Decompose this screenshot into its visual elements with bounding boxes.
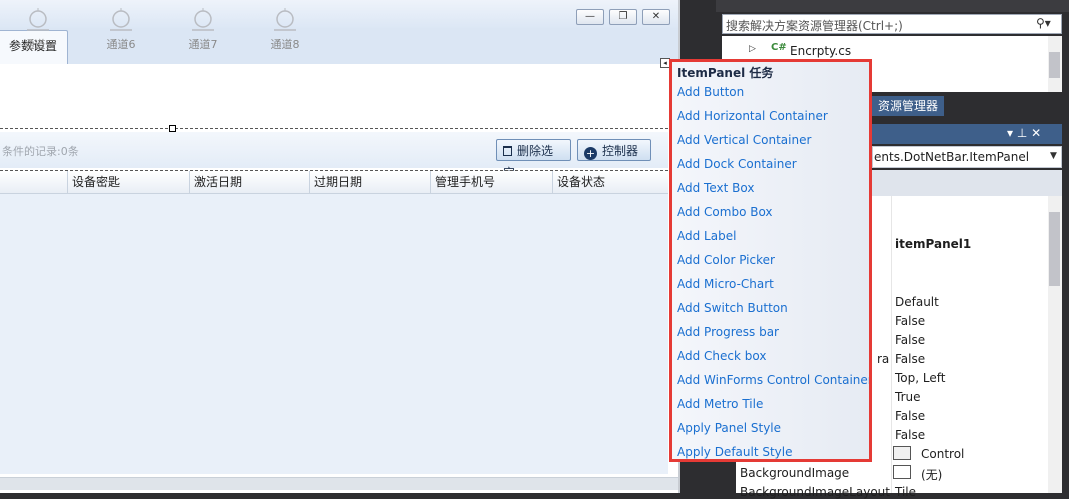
column-header[interactable]: 管理手机号 [430,171,552,193]
property-value[interactable]: False [895,333,925,347]
property-name-partial: ra [877,352,890,366]
itempanel-smart-tag-panel: ItemPanel 任务 Add Button Add Horizontal C… [669,59,872,462]
channel-panel [0,64,668,128]
task-add-text-box[interactable]: Add Text Box [677,181,754,195]
task-add-color-picker[interactable]: Add Color Picker [677,253,775,267]
task-apply-default-style[interactable]: Apply Default Style [677,445,793,459]
pin-close-icons[interactable]: ▾ ⊥ ✕ [1007,126,1041,140]
color-swatch-icon [893,446,911,460]
properties-toolbar [872,170,1062,196]
trash-icon [503,146,512,156]
task-add-progress-bar[interactable]: Add Progress bar [677,325,779,339]
solution-scroll-thumb[interactable] [1049,52,1060,78]
resize-handle[interactable] [169,125,176,132]
properties-scroll-thumb[interactable] [1049,212,1060,286]
task-add-combo-box[interactable]: Add Combo Box [677,205,773,219]
property-name: BackgroundImageLayout [740,485,890,499]
task-apply-panel-style[interactable]: Apply Panel Style [677,421,781,435]
tab-solution-explorer[interactable]: 资源管理器 [872,96,945,116]
channel-label: 通道8 [270,38,300,51]
tree-item-file[interactable]: Encrpty.cs [790,44,851,58]
minimize-button[interactable]: — [576,9,604,25]
solution-search-placeholder: 搜索解决方案资源管理器(Ctrl+;) [726,19,903,33]
close-button[interactable]: ✕ [642,9,670,25]
grid-body[interactable] [0,194,668,474]
solution-toolbar [716,0,1069,12]
property-name-value[interactable]: itemPanel1 [895,237,971,251]
property-splitter[interactable] [891,196,892,493]
task-add-micro-chart[interactable]: Add Micro-Chart [677,277,774,291]
task-add-label[interactable]: Add Label [677,229,736,243]
smart-tag-title: ItemPanel 任务 [677,66,774,80]
bulb-icon [27,8,49,31]
property-value[interactable]: False [895,352,925,366]
channel-item[interactable]: 通道6 [86,8,156,52]
channel-label: 通道6 [106,38,136,51]
search-icon[interactable]: ⚲▾ [1036,16,1051,30]
channel-label: 通道7 [188,38,218,51]
restore-button[interactable]: ❐ [609,9,637,25]
task-add-winforms-control-container[interactable]: Add WinForms Control Container [677,373,869,387]
object-type: ents.DotNetBar.ItemPanel [874,150,1030,164]
property-value[interactable]: Default [895,295,939,309]
property-value[interactable]: False [895,409,925,423]
channel-item[interactable]: 通道7 [168,8,238,52]
chevron-down-icon[interactable]: ▼ [1050,151,1057,161]
bulb-icon [110,8,132,31]
delete-selected-button[interactable]: 删除选定 [496,139,571,180]
expand-arrow-icon[interactable]: ▷ [749,44,756,54]
property-value[interactable]: False [895,428,925,442]
task-add-metro-tile[interactable]: Add Metro Tile [677,397,763,411]
bulb-icon [274,8,296,31]
task-add-dock-container[interactable]: Add Dock Container [677,157,797,171]
channel-item[interactable]: 通道8 [250,8,320,52]
property-value[interactable]: Top, Left [895,371,945,385]
task-add-check-box[interactable]: Add Check box [677,349,766,363]
column-header[interactable]: 设备密匙 [67,171,189,193]
column-header[interactable]: 激活日期 [189,171,309,193]
plus-circle-icon: + [584,147,597,160]
channel-item[interactable]: 通道5 [3,8,73,52]
selection-border [0,128,668,129]
column-header[interactable]: 过期日期 [309,171,430,193]
property-name: BackgroundImage [740,466,850,480]
task-add-switch-button[interactable]: Add Switch Button [677,301,788,315]
record-count: 条件的记录:0条 [2,145,79,158]
controller-label: 控制器 [602,144,639,158]
property-value[interactable]: Control [921,447,964,461]
image-swatch-icon [893,465,911,479]
column-header[interactable]: 设备状态 [552,171,668,193]
csharp-file-icon: C# [771,42,787,53]
property-value[interactable]: False [895,314,925,328]
property-value[interactable]: (无) [921,466,942,483]
controller-button[interactable]: + 控制器 [577,139,651,161]
task-add-vertical-container[interactable]: Add Vertical Container [677,133,811,147]
horizontal-scrollbar[interactable] [0,477,680,490]
channel-label: 通道5 [23,38,53,51]
property-value[interactable]: Tile [895,485,916,499]
property-value[interactable]: True [895,390,921,404]
bulb-icon [192,8,214,31]
task-add-button[interactable]: Add Button [677,85,744,99]
task-add-horizontal-container[interactable]: Add Horizontal Container [677,109,828,123]
